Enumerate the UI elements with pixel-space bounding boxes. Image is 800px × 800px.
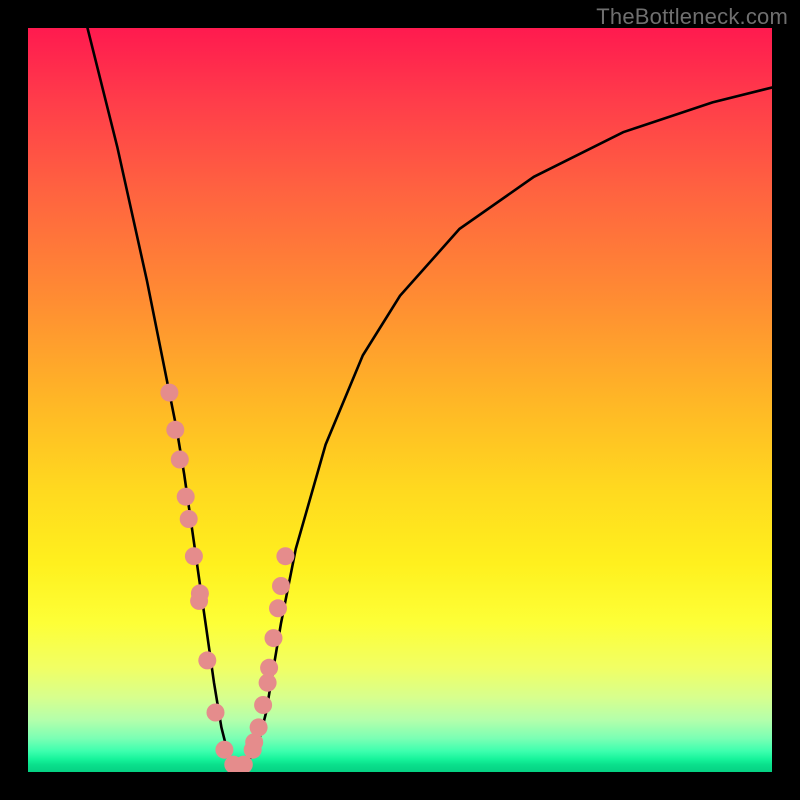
sample-point xyxy=(269,599,287,617)
sample-point xyxy=(191,584,209,602)
sample-point xyxy=(177,488,195,506)
chart-frame: TheBottleneck.com xyxy=(0,0,800,800)
sample-point xyxy=(166,421,184,439)
bottleneck-curve xyxy=(88,28,773,765)
sample-point xyxy=(171,451,189,469)
sample-point xyxy=(160,384,178,402)
sample-point xyxy=(260,659,278,677)
sample-point xyxy=(276,547,294,565)
sample-point xyxy=(185,547,203,565)
sample-point xyxy=(250,718,268,736)
sample-point xyxy=(180,510,198,528)
sample-point xyxy=(207,704,225,722)
plot-area xyxy=(28,28,772,772)
sample-point xyxy=(198,651,216,669)
sample-point xyxy=(265,629,283,647)
chart-svg xyxy=(28,28,772,772)
sample-points-group xyxy=(160,384,294,772)
sample-point xyxy=(254,696,272,714)
watermark-text: TheBottleneck.com xyxy=(596,4,788,30)
sample-point xyxy=(272,577,290,595)
